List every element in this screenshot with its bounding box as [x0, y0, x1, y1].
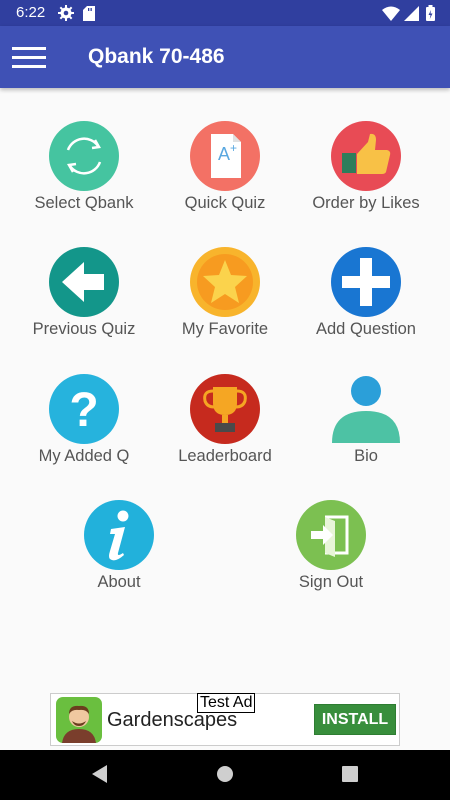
select-qbank-button[interactable]: Select Qbank: [14, 120, 154, 230]
app-title: Qbank 70-486: [88, 45, 225, 68]
svg-text:?: ?: [69, 384, 98, 437]
sign-out-label: Sign Out: [298, 573, 364, 591]
svg-text:+: +: [230, 141, 237, 155]
sign-out-icon: [296, 500, 366, 570]
add-question-label: Add Question: [316, 320, 416, 338]
recents-icon[interactable]: [341, 764, 359, 784]
wifi-icon: [382, 6, 400, 21]
question-icon: ?: [49, 374, 119, 444]
order-by-likes-button[interactable]: Order by Likes: [296, 120, 436, 230]
trophy-icon: [190, 374, 260, 444]
previous-quiz-button[interactable]: Previous Quiz: [14, 246, 154, 356]
home-icon[interactable]: [216, 764, 234, 784]
gardenscapes-app-icon: [56, 697, 102, 743]
svg-text:A: A: [218, 144, 230, 164]
sign-out-button[interactable]: Sign Out: [261, 499, 401, 609]
gear-icon: [58, 5, 74, 21]
status-bar: 6:22: [0, 0, 450, 26]
my-favorite-button[interactable]: My Favorite: [155, 246, 295, 356]
star-icon: [190, 247, 260, 317]
sd-card-icon: [83, 6, 95, 21]
my-added-q-button[interactable]: ? My Added Q: [14, 373, 154, 483]
previous-quiz-label: Previous Quiz: [32, 320, 136, 338]
about-button[interactable]: About: [49, 499, 189, 609]
signal-icon: [404, 6, 419, 21]
my-added-q-label: My Added Q: [38, 447, 130, 465]
battery-icon: [426, 5, 435, 21]
quick-quiz-button[interactable]: A + Quick Quiz: [155, 120, 295, 230]
select-qbank-label: Select Qbank: [34, 194, 134, 212]
status-time: 6:22: [16, 4, 46, 21]
quick-quiz-label: Quick Quiz: [184, 194, 266, 212]
app-bar: Qbank 70-486: [0, 26, 450, 88]
quiz-document-icon: A +: [190, 121, 260, 191]
info-icon: [84, 500, 154, 570]
test-ad-badge: Test Ad: [197, 693, 256, 713]
install-button[interactable]: INSTALL: [314, 704, 396, 735]
ad-banner[interactable]: Gardenscapes INSTALL Test Ad: [50, 693, 400, 746]
thumbs-up-icon: [331, 121, 401, 191]
back-icon[interactable]: [90, 764, 108, 784]
system-nav-bar: [0, 750, 450, 800]
about-label: About: [97, 573, 141, 591]
back-arrow-icon: [49, 247, 119, 317]
order-by-likes-label: Order by Likes: [312, 194, 420, 212]
refresh-icon: [49, 121, 119, 191]
bio-button[interactable]: Bio: [296, 373, 436, 483]
hamburger-menu-icon[interactable]: [12, 43, 48, 71]
add-question-button[interactable]: Add Question: [296, 246, 436, 356]
plus-icon: [331, 247, 401, 317]
leaderboard-label: Leaderboard: [178, 447, 272, 465]
bio-label: Bio: [354, 447, 378, 465]
user-icon: [332, 376, 400, 443]
leaderboard-button[interactable]: Leaderboard: [155, 373, 295, 483]
my-favorite-label: My Favorite: [181, 320, 269, 338]
